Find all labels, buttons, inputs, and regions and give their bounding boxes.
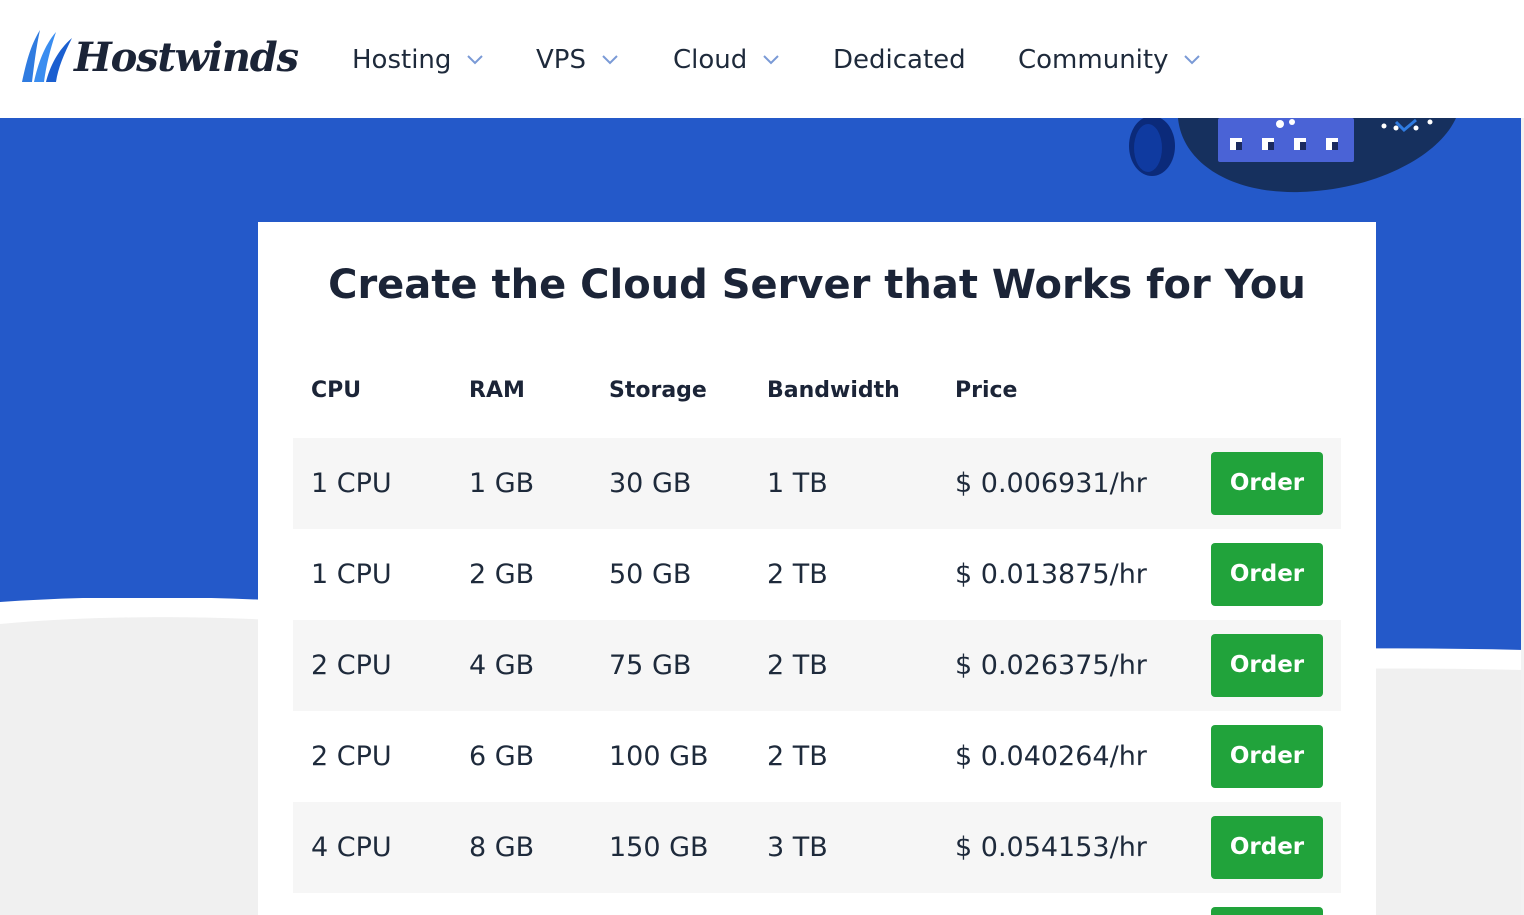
- ram-cell: 8 GB: [469, 832, 535, 863]
- nav-hosting[interactable]: Hosting: [352, 40, 484, 80]
- table-row: 2 CPU 4 GB 75 GB 2 TB $ 0.026375/hr Orde…: [293, 620, 1341, 711]
- nav-cloud-label: Cloud: [673, 45, 748, 75]
- chevron-down-icon: [1184, 55, 1201, 65]
- nav-dedicated-label: Dedicated: [833, 45, 966, 75]
- ram-cell: 2 GB: [469, 559, 535, 590]
- server-illustration: [1129, 118, 1456, 193]
- bandwidth-cell: 3 TB: [767, 832, 828, 863]
- price-cell: $ 0.040264/hr: [955, 741, 1147, 772]
- order-button[interactable]: Order: [1211, 816, 1323, 879]
- order-button[interactable]: Order: [1211, 634, 1323, 697]
- storage-cell: 50 GB: [609, 559, 692, 590]
- table-row: 1 CPU 2 GB 50 GB 2 TB $ 0.013875/hr Orde…: [293, 529, 1341, 620]
- nav-community[interactable]: Community: [1018, 40, 1201, 80]
- cpu-cell: 2 CPU: [311, 741, 392, 772]
- column-header-storage: Storage: [609, 378, 707, 403]
- storage-cell: 100 GB: [609, 741, 709, 772]
- cpu-cell: 4 CPU: [311, 832, 392, 863]
- bandwidth-cell: 2 TB: [767, 559, 828, 590]
- ram-cell: 1 GB: [469, 468, 535, 499]
- chevron-down-icon: [602, 55, 618, 65]
- chevron-down-icon: [467, 55, 484, 65]
- storage-cell: 75 GB: [609, 650, 692, 681]
- wave-logo-icon: [22, 30, 72, 82]
- nav-cloud[interactable]: Cloud: [673, 40, 779, 80]
- table-row: 1 CPU 1 GB 30 GB 1 TB $ 0.006931/hr Orde…: [293, 438, 1341, 529]
- nav-community-label: Community: [1018, 45, 1169, 75]
- column-header-ram: RAM: [469, 378, 525, 403]
- cpu-cell: 1 CPU: [311, 559, 392, 590]
- cpu-cell: 1 CPU: [311, 468, 392, 499]
- site-header: Hostwinds Hosting VPS Cloud Dedicated Co…: [0, 0, 1524, 118]
- bandwidth-cell: 2 TB: [767, 650, 828, 681]
- nav-hosting-label: Hosting: [352, 45, 452, 75]
- pricing-card: Create the Cloud Server that Works for Y…: [258, 222, 1376, 915]
- cpu-cell: 2 CPU: [311, 650, 392, 681]
- table-row: 4 CPU 8 GB 150 GB 3 TB $ 0.054153/hr Ord…: [293, 802, 1341, 893]
- storage-cell: 150 GB: [609, 832, 709, 863]
- nav-dedicated[interactable]: Dedicated: [833, 40, 966, 80]
- column-header-price: Price: [955, 378, 1018, 403]
- price-cell: $ 0.006931/hr: [955, 468, 1147, 499]
- price-cell: $ 0.054153/hr: [955, 832, 1147, 863]
- chevron-down-icon: [763, 55, 779, 65]
- page-title: Create the Cloud Server that Works for Y…: [328, 262, 1306, 308]
- nav-vps-label: VPS: [536, 45, 586, 75]
- order-button-partial[interactable]: [1211, 907, 1323, 915]
- bandwidth-cell: 1 TB: [767, 468, 828, 499]
- nav-vps[interactable]: VPS: [536, 40, 618, 80]
- page: Hostwinds Hosting VPS Cloud Dedicated Co…: [0, 0, 1524, 915]
- storage-cell: 30 GB: [609, 468, 692, 499]
- price-cell: $ 0.013875/hr: [955, 559, 1147, 590]
- column-header-bandwidth: Bandwidth: [767, 378, 900, 403]
- ram-cell: 6 GB: [469, 741, 535, 772]
- column-header-cpu: CPU: [311, 378, 362, 403]
- bandwidth-cell: 2 TB: [767, 741, 828, 772]
- price-cell: $ 0.026375/hr: [955, 650, 1147, 681]
- order-button[interactable]: Order: [1211, 452, 1323, 515]
- hostwinds-logo[interactable]: Hostwinds: [18, 20, 299, 86]
- ram-cell: 4 GB: [469, 650, 535, 681]
- order-button[interactable]: Order: [1211, 725, 1323, 788]
- table-row: 2 CPU 6 GB 100 GB 2 TB $ 0.040264/hr Ord…: [293, 711, 1341, 802]
- logo-wordmark: Hostwinds: [74, 34, 299, 81]
- order-button[interactable]: Order: [1211, 543, 1323, 606]
